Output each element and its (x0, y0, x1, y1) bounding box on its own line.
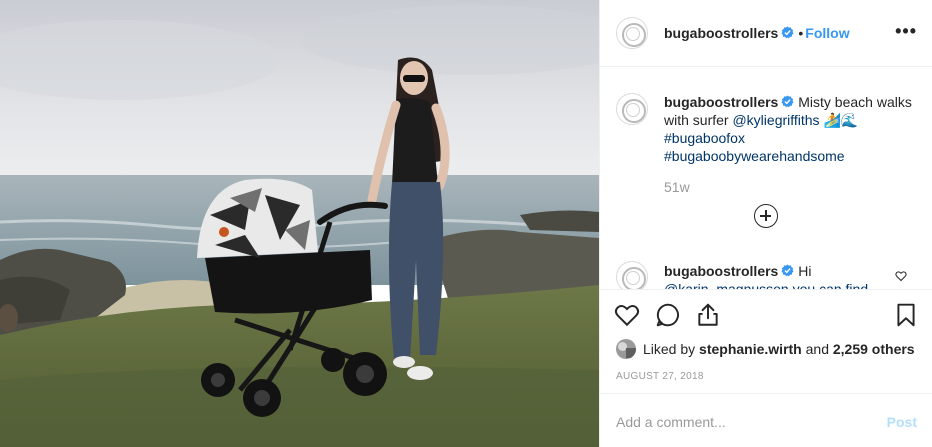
heart-icon[interactable] (614, 302, 640, 328)
post-photo (0, 0, 599, 447)
header-user-line: bugaboostrollers • Follow (664, 25, 850, 41)
add-comment-bar: Post (600, 393, 932, 447)
caption-avatar[interactable] (616, 93, 648, 125)
likes-middle: and (805, 341, 829, 357)
likes-prefix: Liked by (643, 341, 696, 357)
header-separator: • (798, 25, 804, 41)
post-header: bugaboostrollers • Follow ••• (600, 0, 932, 67)
hashtag-link[interactable]: #bugaboobywearehandsome (664, 148, 845, 164)
reply-mention-link[interactable]: @karin_magnusson you can find (664, 281, 868, 289)
load-more-comments-icon[interactable] (754, 204, 778, 228)
likes-summary: Liked by stephanie.wirth and 2,259 other… (616, 339, 915, 359)
verified-badge-icon (781, 26, 794, 39)
verified-badge-icon (781, 95, 794, 108)
follow-button[interactable]: Follow (805, 25, 849, 41)
avatar[interactable] (616, 17, 648, 49)
share-icon[interactable] (695, 302, 721, 328)
verified-badge-icon (781, 264, 794, 277)
caption: bugaboostrollers Misty beach walks with … (664, 93, 914, 165)
caption-mention-link[interactable]: @kyliegriffiths (732, 112, 819, 128)
likes-count-link[interactable]: 2,259 others (833, 341, 915, 357)
header-username[interactable]: bugaboostrollers (664, 25, 778, 41)
caption-emojis: 🏄🌊 (823, 112, 859, 128)
post-sidebar: bugaboostrollers • Follow ••• bugaboostro… (599, 0, 932, 447)
post-image[interactable] (0, 0, 599, 447)
reply-text: Hi (798, 263, 812, 279)
bookmark-icon[interactable] (893, 302, 919, 328)
comment-input[interactable] (616, 412, 866, 432)
reply-avatar[interactable] (616, 261, 648, 289)
hashtag-link[interactable]: #bugaboofox (664, 130, 745, 146)
liker-username[interactable]: stephanie.wirth (699, 341, 802, 357)
more-options-icon[interactable]: ••• (895, 22, 917, 40)
comment-icon[interactable] (655, 302, 681, 328)
post-comment-button[interactable]: Post (887, 414, 917, 430)
post-timestamp[interactable]: 51w (664, 179, 690, 195)
comments-list[interactable]: bugaboostrollers Misty beach walks with … (600, 68, 932, 289)
post-date[interactable]: AUGUST 27, 2018 (616, 371, 704, 382)
action-bar (600, 289, 932, 333)
liker-avatar[interactable] (616, 339, 636, 359)
caption-username[interactable]: bugaboostrollers (664, 94, 778, 110)
comment-item: bugaboostrollers Hi @karin_magnusson you… (664, 262, 884, 289)
reply-username[interactable]: bugaboostrollers (664, 263, 778, 279)
like-comment-heart-icon[interactable] (895, 270, 907, 282)
